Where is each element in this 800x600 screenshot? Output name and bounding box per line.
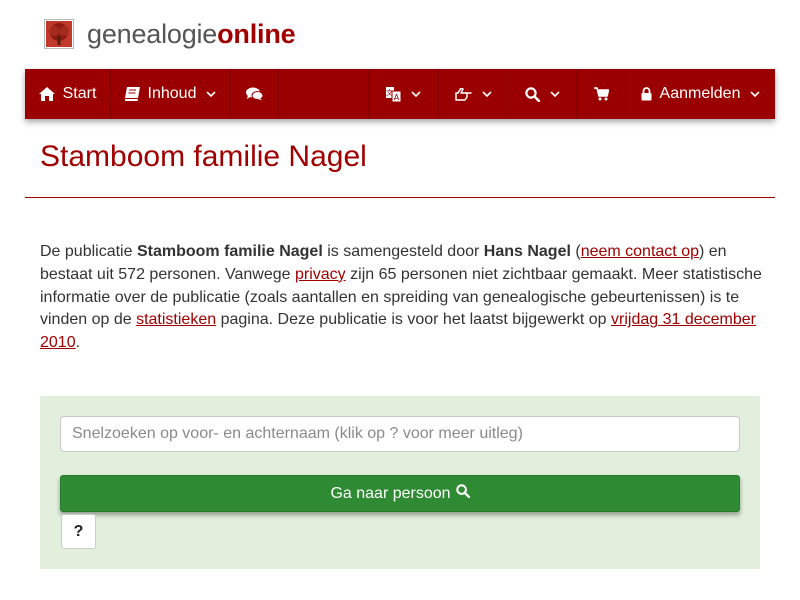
nav-language[interactable]: A文 <box>369 69 439 119</box>
contact-link[interactable]: neem contact op <box>581 243 699 260</box>
cart-icon <box>593 87 609 101</box>
home-icon <box>38 87 55 101</box>
search-help-button[interactable]: ? <box>61 514 96 549</box>
nav-search[interactable] <box>508 69 577 119</box>
quick-search-panel: Ga naar persoon ? <box>40 396 760 569</box>
language-icon: A文 <box>386 86 401 102</box>
author-name: Hans Nagel <box>483 243 571 260</box>
publication-name: Stamboom familie Nagel <box>136 243 323 260</box>
search-icon <box>524 86 540 102</box>
title-divider <box>25 197 775 198</box>
book-icon <box>124 87 140 101</box>
brand-name-part1: genealogie <box>87 18 218 49</box>
svg-text:文: 文 <box>386 88 393 97</box>
nav-start[interactable]: Start <box>25 69 111 119</box>
tree-icon <box>44 19 74 49</box>
brand-name-part2: online <box>217 18 296 49</box>
go-to-person-label: Ga naar persoon <box>330 484 451 502</box>
chevron-down-icon <box>549 91 560 97</box>
brand[interactable]: genealogieonline <box>44 18 296 50</box>
nav-spacer <box>279 69 369 119</box>
nav-inhoud[interactable]: Inhoud <box>111 69 231 119</box>
publication-intro: De publicatie Stamboom familie Nagel is … <box>40 241 768 355</box>
nav-cart[interactable] <box>577 69 626 119</box>
brand-name: genealogieonline <box>87 18 296 50</box>
nav-pointer[interactable] <box>439 69 508 119</box>
hand-pointer-icon <box>454 87 472 101</box>
comments-icon <box>246 87 263 101</box>
chevron-down-icon <box>206 91 217 97</box>
intro-text: ( <box>570 243 581 260</box>
main-navbar: Start Inhoud A文 Aanmelden <box>25 69 775 119</box>
privacy-link[interactable]: privacy <box>295 266 346 283</box>
svg-text:A: A <box>394 93 400 102</box>
search-icon <box>451 484 470 503</box>
chevron-down-icon <box>750 91 761 97</box>
intro-text: pagina. Deze publicatie is voor het laat… <box>216 311 612 329</box>
page-title: Stamboom familie Nagel <box>40 140 367 173</box>
intro-text: De publicatie <box>40 243 137 260</box>
chevron-down-icon <box>481 91 492 97</box>
intro-text: . <box>75 334 81 352</box>
nav-login-label: Aanmelden <box>659 85 741 102</box>
chevron-down-icon <box>411 91 421 97</box>
quick-search-input[interactable] <box>60 416 740 452</box>
go-to-person-button[interactable]: Ga naar persoon <box>60 475 740 512</box>
statistics-link[interactable]: statistieken <box>136 311 216 328</box>
lock-icon <box>641 87 652 101</box>
nav-inhoud-label: Inhoud <box>147 85 197 102</box>
nav-forum[interactable] <box>231 69 279 119</box>
intro-text: is samengesteld door <box>322 243 484 260</box>
nav-login[interactable]: Aanmelden <box>626 69 775 119</box>
nav-start-label: Start <box>62 85 97 102</box>
